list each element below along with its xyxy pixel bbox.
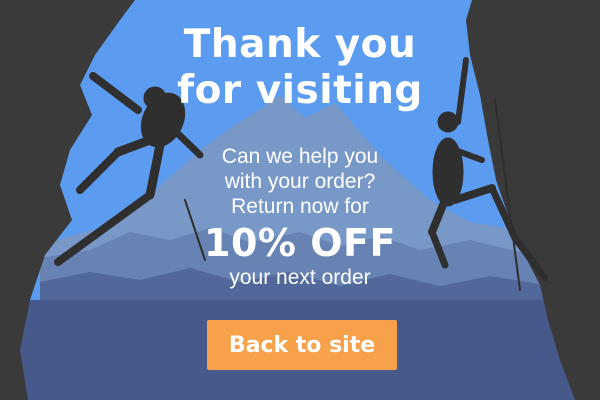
offer-line-1: Can we help you — [221, 145, 379, 168]
headline-line-2: for visiting — [177, 68, 423, 113]
headline: Thank you for visiting — [150, 22, 450, 114]
message-block: Thank you for visiting Can we help you w… — [150, 22, 450, 290]
thank-you-banner: Thank you for visiting Can we help you w… — [0, 0, 600, 400]
back-to-site-button[interactable]: Back to site — [207, 320, 397, 370]
headline-line-1: Thank you — [183, 22, 417, 67]
offer-line-3: Return now for — [231, 195, 369, 218]
offer-line-2: with your order? — [224, 170, 376, 193]
offer-copy: Can we help you with your order? Return … — [150, 144, 450, 290]
discount-text: 10% OFF — [204, 221, 396, 265]
offer-line-4: your next order — [229, 266, 371, 289]
